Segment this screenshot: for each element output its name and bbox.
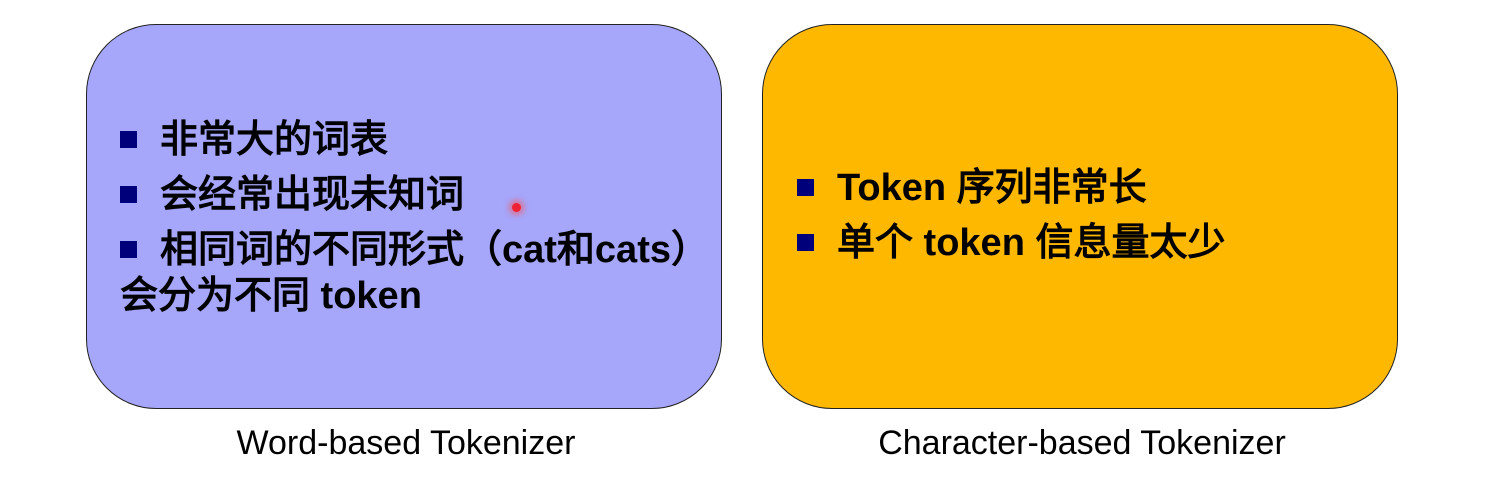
square-bullet-icon	[797, 234, 814, 251]
list-item-text: 相同词的不同形式（cat和cats）会分为不同 token	[120, 229, 709, 317]
list-item: Token 序列非常长	[797, 165, 1387, 211]
character-based-panel: Token 序列非常长 单个 token 信息量太少	[762, 24, 1398, 409]
list-item: 非常大的词表	[120, 117, 710, 163]
square-bullet-icon	[120, 186, 137, 203]
character-based-list: Token 序列非常长 单个 token 信息量太少	[797, 165, 1387, 275]
square-bullet-icon	[797, 179, 814, 196]
square-bullet-icon	[120, 131, 137, 148]
word-based-caption: Word-based Tokenizer	[236, 424, 576, 462]
laser-pointer-icon	[512, 203, 521, 212]
square-bullet-icon	[120, 241, 137, 258]
list-item: 会经常出现未知词	[120, 172, 710, 218]
list-item-text: 单个 token 信息量太少	[837, 222, 1226, 264]
list-item: 单个 token 信息量太少	[797, 220, 1387, 266]
list-item-text: 会经常出现未知词	[160, 174, 465, 216]
word-based-panel: 非常大的词表 会经常出现未知词 相同词的不同形式（cat和cats）会分为不同 …	[86, 24, 722, 409]
word-based-list: 非常大的词表 会经常出现未知词 相同词的不同形式（cat和cats）会分为不同 …	[120, 117, 710, 328]
list-item-text: Token 序列非常长	[837, 167, 1147, 209]
list-item: 相同词的不同形式（cat和cats）会分为不同 token	[120, 227, 710, 319]
character-based-caption: Character-based Tokenizer	[878, 424, 1286, 462]
list-item-text: 非常大的词表	[160, 119, 389, 161]
